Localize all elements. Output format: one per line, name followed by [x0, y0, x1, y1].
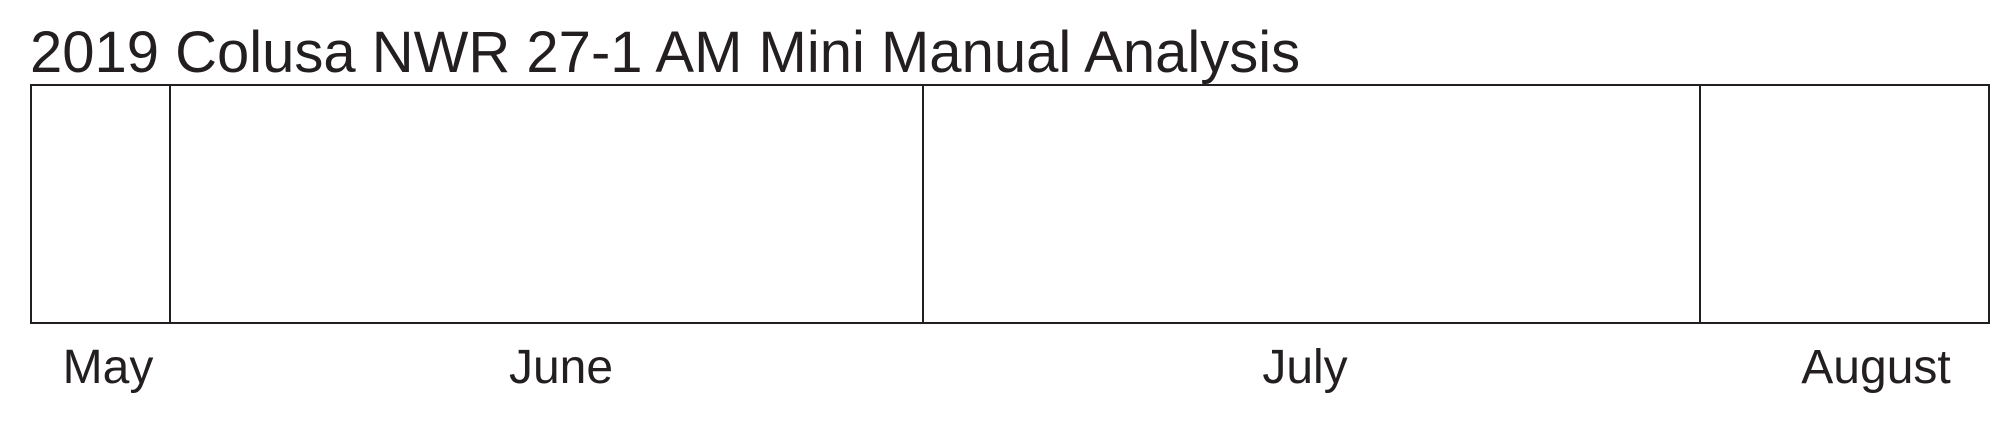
- chart-title: 2019 Colusa NWR 27-1 AM Mini Manual Anal…: [30, 20, 1301, 85]
- month-label-august: August: [1801, 341, 1951, 394]
- plot-area: [30, 84, 1990, 324]
- month-label-july: July: [1262, 341, 1348, 394]
- month-divider-june-july: [922, 86, 924, 322]
- month-label-may: May: [62, 341, 154, 394]
- month-divider-july-august: [1699, 86, 1701, 322]
- month-label-june: June: [508, 341, 614, 394]
- month-divider-may-june: [169, 86, 171, 322]
